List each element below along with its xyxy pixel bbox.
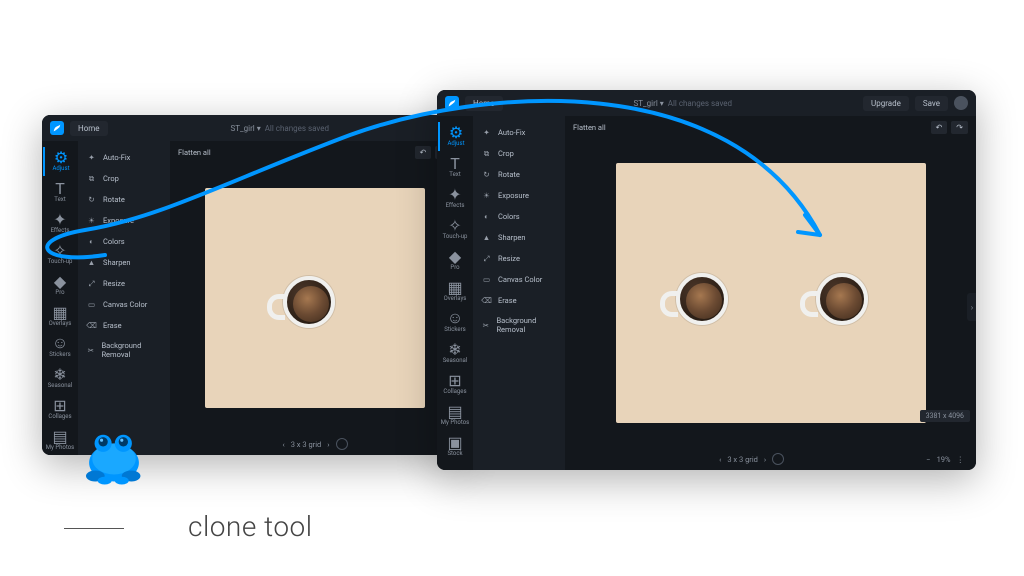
tool-canvascolor[interactable]: ▭Canvas Color [78, 294, 170, 315]
grid-toggle[interactable] [772, 453, 784, 465]
user-avatar[interactable] [954, 96, 968, 110]
dimensions-badge: 3381 x 4096 [920, 410, 970, 422]
rail-adjust[interactable]: ⚙Adjust [43, 147, 77, 176]
rail-pro[interactable]: ◆Pro [43, 271, 77, 300]
undo-button[interactable]: ↶ [415, 146, 432, 159]
caption-text: clone tool [188, 510, 313, 543]
tool-resize[interactable]: ⤢Resize [78, 273, 170, 294]
rail-seasonal[interactable]: ❄Seasonal [43, 364, 77, 393]
app-logo[interactable] [50, 121, 64, 135]
rail-effects[interactable]: ✦Effects [438, 184, 472, 213]
grid-toggle[interactable] [336, 438, 348, 450]
grid-prev[interactable]: ‹ [282, 440, 284, 449]
left-rail: ⚙Adjust TText ✦Effects ✧Touch-up ◆Pro ▦O… [437, 116, 473, 470]
file-title: ST_girl ▾ All changes saved [108, 124, 452, 133]
undo-button[interactable]: ↶ [931, 121, 948, 134]
rail-collages[interactable]: ⊞Collages [438, 370, 472, 399]
tool-panel: ✦Auto-Fix ⧉Crop ↻Rotate ☀Exposure ◐Color… [78, 141, 170, 455]
tool-panel: ✦Auto-Fix ⧉Crop ↻Rotate ☀Exposure ◐Color… [473, 116, 565, 470]
grid-label: 3 x 3 grid [727, 455, 758, 464]
tool-bgremoval[interactable]: ✂Background Removal [473, 311, 565, 339]
app-logo[interactable] [445, 96, 459, 110]
rail-stickers[interactable]: ☺Stickers [43, 333, 77, 362]
rail-touchup[interactable]: ✧Touch-up [438, 215, 472, 244]
rail-effects[interactable]: ✦Effects [43, 209, 77, 238]
rail-overlays[interactable]: ▦Overlays [438, 277, 472, 306]
tool-crop[interactable]: ⧉Crop [473, 143, 565, 164]
home-button[interactable]: Home [465, 96, 503, 111]
tool-sharpen[interactable]: ▲Sharpen [78, 252, 170, 273]
zoom-menu[interactable]: ⋮ [957, 455, 965, 464]
flatten-button[interactable]: Flatten all [178, 148, 211, 157]
redo-button[interactable]: ↷ [951, 121, 968, 134]
rail-text[interactable]: TText [438, 153, 472, 182]
zoom-out[interactable]: − [926, 455, 930, 464]
rail-myphotos[interactable]: ▤My Photos [43, 426, 77, 455]
left-rail: ⚙Adjust TText ✦Effects ✧Touch-up ◆Pro ▦O… [42, 141, 78, 455]
rail-overlays[interactable]: ▦Overlays [43, 302, 77, 331]
tool-autofix[interactable]: ✦Auto-Fix [78, 147, 170, 168]
grid-prev[interactable]: ‹ [719, 455, 721, 464]
frog-mascot [74, 420, 154, 490]
tool-rotate[interactable]: ↻Rotate [473, 164, 565, 185]
topbar: Home ST_girl ▾ All changes saved [42, 115, 460, 141]
grid-label: 3 x 3 grid [291, 440, 322, 449]
grid-next[interactable]: › [327, 440, 329, 449]
tool-rotate[interactable]: ↻Rotate [78, 189, 170, 210]
rail-pro[interactable]: ◆Pro [438, 246, 472, 275]
rail-stickers[interactable]: ☺Stickers [438, 308, 472, 337]
canvas-area: Flatten all ↶↷ › 3381 [565, 116, 976, 470]
tool-sharpen[interactable]: ▲Sharpen [473, 227, 565, 248]
save-button[interactable]: Save [915, 96, 948, 111]
image-canvas[interactable] [205, 188, 425, 408]
rail-seasonal[interactable]: ❄Seasonal [438, 339, 472, 368]
tool-erase[interactable]: ⌫Erase [78, 315, 170, 336]
upgrade-button[interactable]: Upgrade [863, 96, 909, 111]
rail-collages[interactable]: ⊞Collages [43, 395, 77, 424]
tool-resize[interactable]: ⤢Resize [473, 248, 565, 269]
file-title: ST_girl ▾ All changes saved [503, 99, 864, 108]
tool-exposure[interactable]: ☀Exposure [473, 185, 565, 206]
rail-myphotos[interactable]: ▤My Photos [438, 401, 472, 430]
editor-window-after: Home ST_girl ▾ All changes saved Upgrade… [437, 90, 976, 470]
canvas-area: Flatten all ↶↷ ‹3 x 3 grid› [170, 141, 460, 455]
tool-bgremoval[interactable]: ✂Background Removal [78, 336, 170, 364]
home-button[interactable]: Home [70, 121, 108, 136]
caption-underline [64, 528, 124, 529]
image-canvas[interactable] [616, 163, 926, 423]
rail-stock[interactable]: ▣Stock [438, 432, 472, 461]
tool-colors[interactable]: ◐Colors [473, 206, 565, 227]
rail-text[interactable]: TText [43, 178, 77, 207]
rail-adjust[interactable]: ⚙Adjust [438, 122, 472, 151]
rail-touchup[interactable]: ✧Touch-up [43, 240, 77, 269]
flatten-button[interactable]: Flatten all [573, 123, 606, 132]
grid-next[interactable]: › [764, 455, 766, 464]
tool-crop[interactable]: ⧉Crop [78, 168, 170, 189]
tool-canvascolor[interactable]: ▭Canvas Color [473, 269, 565, 290]
tool-colors[interactable]: ◐Colors [78, 231, 170, 252]
tool-autofix[interactable]: ✦Auto-Fix [473, 122, 565, 143]
topbar: Home ST_girl ▾ All changes saved Upgrade… [437, 90, 976, 116]
editor-window-before: Home ST_girl ▾ All changes saved ⚙Adjust… [42, 115, 460, 455]
zoom-level: 19% [937, 455, 951, 464]
panel-collapse-right[interactable]: › [967, 293, 976, 321]
tool-erase[interactable]: ⌫Erase [473, 290, 565, 311]
tool-exposure[interactable]: ☀Exposure [78, 210, 170, 231]
